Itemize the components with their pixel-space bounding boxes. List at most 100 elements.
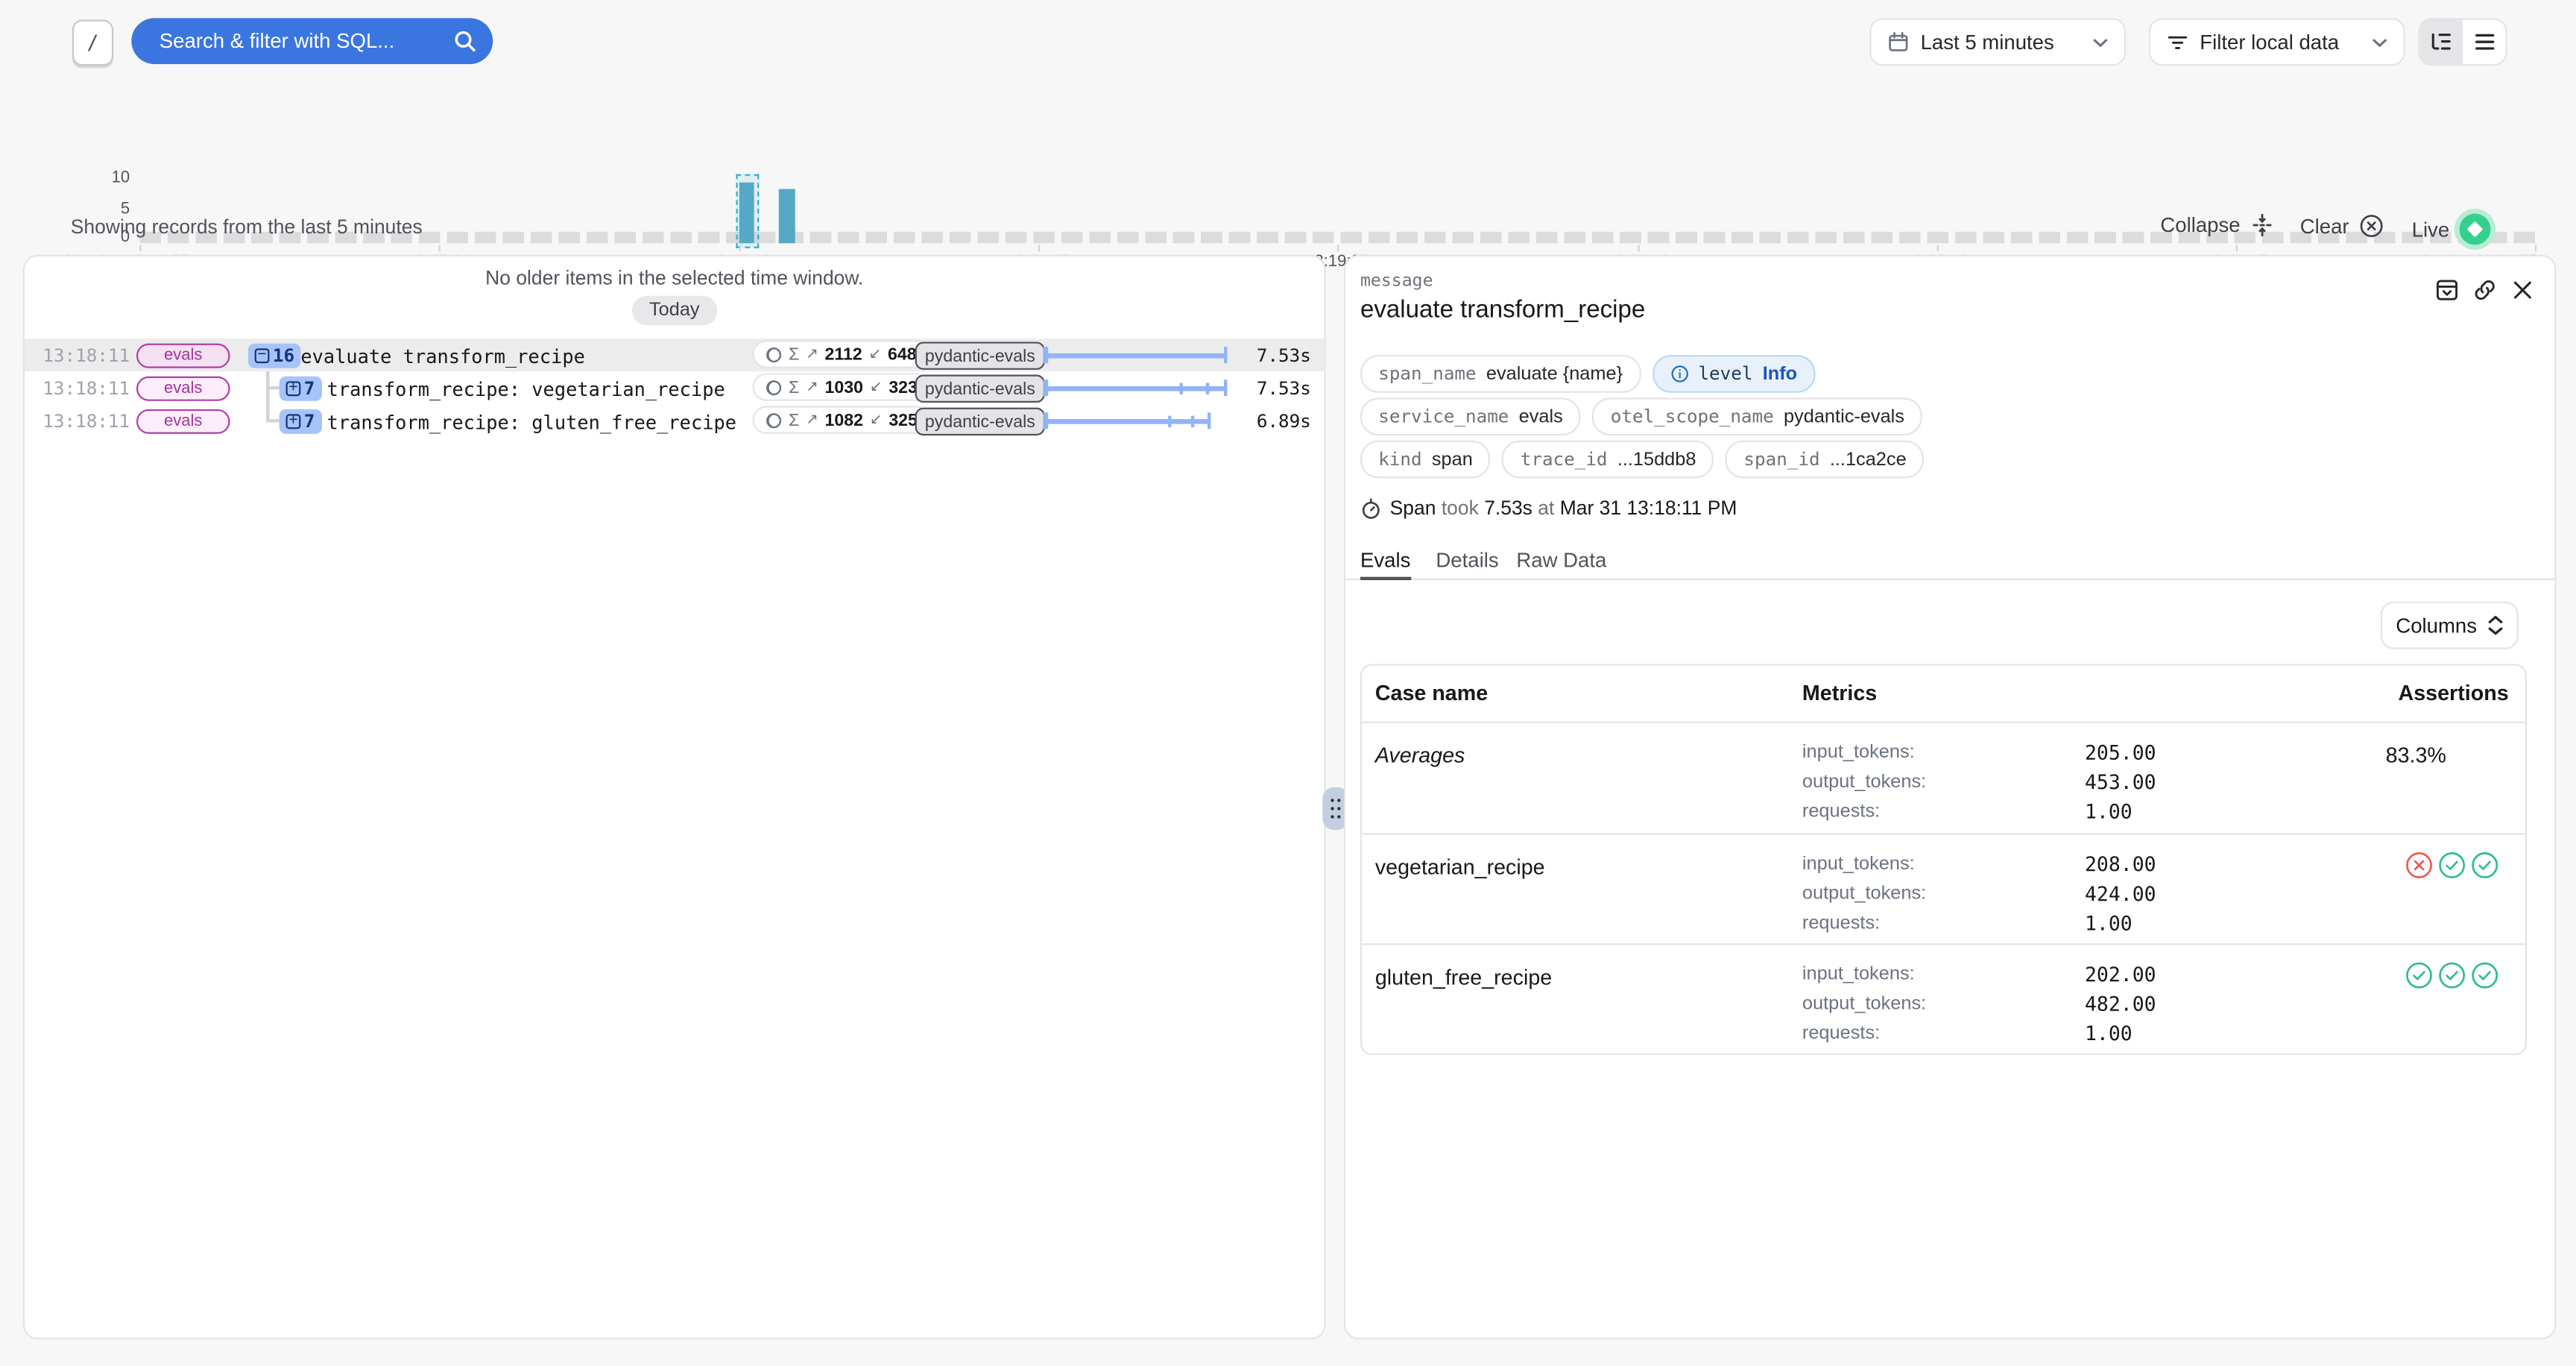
copy-link-icon[interactable] [2472,277,2497,302]
metric-label: output_tokens: [1802,772,1926,792]
flat-list-toggle[interactable] [2463,19,2505,64]
otel-scope-chip[interactable]: pydantic-evals [915,342,1045,369]
open-in-panel-icon[interactable] [2434,277,2459,302]
attr-span-id-pill[interactable]: span_id ...1ca2ce [1726,441,1925,479]
level-value: Info [1763,364,1797,383]
tree-view-toggle[interactable] [2420,19,2463,64]
attr-service-name-pill[interactable]: service_name evals [1360,397,1581,435]
input-tokens: 2112 [825,344,862,364]
slash-shortcut-key[interactable]: / [72,19,113,66]
metric-value: 1.00 [2085,912,2133,935]
token-metrics-pill[interactable]: Σ ↗ 1030 ↙ 323 [752,373,930,400]
child-count: 7 [304,377,315,399]
assertion-pass-icon[interactable] [2471,961,2498,989]
attr-kind-pill[interactable]: kind span [1360,441,1491,479]
otel-scope-chip[interactable]: pydantic-evals [915,408,1045,435]
otel-scope-chip[interactable]: pydantic-evals [915,375,1045,403]
metric-value: 202.00 [2085,963,2156,986]
assertion-pass-icon[interactable] [2471,852,2498,879]
metric-label: input_tokens: [1802,965,1915,984]
histogram-bar-selected[interactable] [739,183,754,244]
token-metrics-pill[interactable]: Σ ↗ 1082 ↙ 325 [752,406,930,433]
level-key: level [1698,363,1752,385]
plus-box-icon: + [286,380,301,395]
child-count: 7 [304,410,315,432]
service-tag-badge[interactable]: evals [136,409,230,433]
attr-otel-scope-pill[interactable]: otel_scope_name pydantic-evals [1593,397,1923,435]
expand-children-badge[interactable]: + 7 [280,409,321,433]
assertion-fail-icon[interactable] [2405,852,2433,879]
metric-label: requests: [1802,802,1880,822]
trace-row[interactable]: 13:18:11 evals + 7 transform_recipe: glu… [25,404,1324,437]
service-tag-badge[interactable]: evals [136,343,230,368]
collapse-button[interactable]: Collapse [2160,214,2273,237]
close-icon[interactable] [2510,277,2535,302]
attr-span-name-pill[interactable]: span_name evaluate {name} [1360,355,1641,393]
collapse-label: Collapse [2160,214,2240,237]
token-metrics-pill[interactable]: Σ ↗ 2112 ↙ 648 [752,340,929,368]
search-input[interactable]: Search & filter with SQL... [131,18,493,64]
assertion-pass-icon[interactable] [2438,852,2466,879]
coin-icon [765,412,782,428]
metric-label: output_tokens: [1802,884,1926,904]
logfire-app: / Search & filter with SQL... Last 5 min… [0,0,2576,1366]
clear-button[interactable]: Clear [2300,214,2384,239]
filter-local-data-button[interactable]: Filter local data [2149,18,2405,66]
attr-value: ...15ddb8 [1617,450,1696,469]
col-assertions: Assertions [2399,680,2509,705]
empty-window-notice: No older items in the selected time wind… [25,266,1324,289]
expand-children-badge[interactable]: + 7 [280,376,321,400]
duration-text: 7.53s [1257,377,1311,399]
table-row: gluten_free_recipe input_tokens: 202.00 … [1362,945,2525,1053]
attr-value: pydantic-evals [1784,407,1904,427]
assertion-pass-icon[interactable] [2438,961,2466,989]
trace-row[interactable]: 13:18:11 evals + 7 transform_recipe: veg… [25,371,1324,404]
clear-label: Clear [2300,215,2349,238]
case-name: gluten_free_recipe [1375,965,1552,989]
coin-icon [765,379,782,395]
tab-raw-data[interactable]: Raw Data [1516,549,1606,572]
tab-evals[interactable]: Evals [1360,549,1410,572]
col-metrics: Metrics [1802,680,1877,705]
attr-value: span [1432,450,1473,469]
child-count: 16 [273,344,294,366]
arrow-down-left-icon: ↙ [869,345,882,363]
level-badge[interactable]: level Info [1652,355,1816,393]
took-word: took [1442,497,1479,520]
attr-trace-id-pill[interactable]: trace_id ...15ddb8 [1503,441,1714,479]
search-placeholder: Search & filter with SQL... [160,30,454,53]
tab-details[interactable]: Details [1436,549,1498,572]
grip-dots-icon [1330,799,1333,802]
metric-value: 453.00 [2085,771,2156,794]
input-tokens: 1030 [825,377,863,397]
time-range-button[interactable]: Last 5 minutes [1869,18,2126,66]
collapse-children-badge[interactable]: − 16 [248,343,301,368]
assertions-percentage: 83.3% [2386,743,2446,767]
histogram-bar[interactable] [779,189,795,243]
calendar-icon [1888,31,1910,53]
timeline-chart: 10 5 0 Mar 31. 13:16:55 13:17:32 13:18:1… [0,82,2576,197]
row-timestamp: 13:18:11 [42,411,130,432]
chevron-down-icon [2373,37,2387,47]
chevron-up-down-icon [2487,614,2503,636]
row-timestamp: 13:18:11 [42,378,130,400]
span-name: transform_recipe: gluten_free_recipe [327,410,736,433]
service-tag-badge[interactable]: evals [136,376,230,400]
detail-title: evaluate transform_recipe [1360,296,1645,324]
evals-table-header: Case name Metrics Assertions [1362,666,2525,723]
columns-label: Columns [2396,614,2477,637]
arrow-down-left-icon: ↙ [870,411,883,429]
span-name: evaluate transform_recipe [300,344,585,368]
assertion-pass-icon[interactable] [2405,961,2433,989]
columns-button[interactable]: Columns [2381,602,2519,649]
live-toggle[interactable]: Live [2412,214,2491,245]
output-tokens: 325 [888,410,918,429]
list-tree-icon [2430,31,2453,53]
date-separator-chip: Today [631,296,718,326]
x-tickmark [1937,245,1939,251]
trace-row[interactable]: 13:18:11 evals − 16 evaluate transform_r… [25,339,1324,371]
sigma-icon: Σ [789,377,799,397]
x-tickmark [139,245,141,251]
metric-value: 424.00 [2085,883,2156,906]
metric-value: 1.00 [2085,1022,2133,1045]
